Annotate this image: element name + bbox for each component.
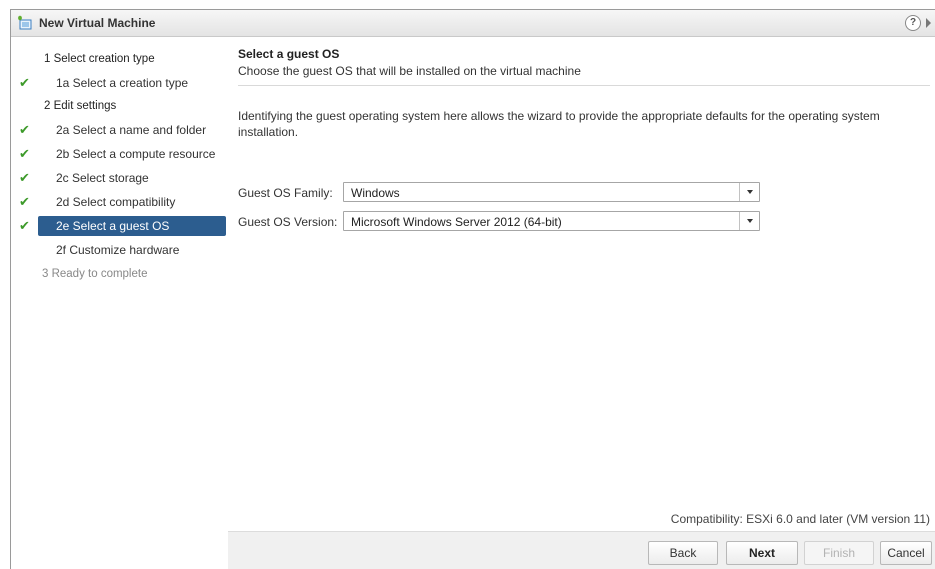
page-title: Select a guest OS xyxy=(238,47,340,61)
checkmark-icon: ✔ xyxy=(19,122,30,137)
finish-button: Finish xyxy=(804,541,874,565)
new-vm-icon xyxy=(18,15,32,30)
step-2-edit-settings[interactable]: 2 Edit settings xyxy=(11,95,228,117)
guest-os-version-select[interactable]: Microsoft Windows Server 2012 (64-bit) xyxy=(343,211,760,231)
wizard-footer: Back Next Finish Cancel xyxy=(228,531,935,569)
guest-os-version-label: Guest OS Version: xyxy=(238,215,338,229)
guest-os-family-label: Guest OS Family: xyxy=(238,186,333,200)
step-label: 2c Select storage xyxy=(56,171,149,185)
step-2c-select-storage[interactable]: ✔ 2c Select storage xyxy=(11,167,228,189)
step-label: 2d Select compatibility xyxy=(56,195,176,209)
step-label: 3 Ready to complete xyxy=(42,268,148,280)
step-2e-select-guest-os[interactable]: ✔ 2e Select a guest OS xyxy=(11,215,228,237)
step-2b-select-compute-resource[interactable]: ✔ 2b Select a compute resource xyxy=(11,143,228,165)
header-divider xyxy=(238,85,930,86)
checkmark-icon: ✔ xyxy=(19,194,30,209)
dialog-title: New Virtual Machine xyxy=(39,16,156,30)
step-label: 1 Select creation type xyxy=(44,53,155,65)
step-label: 2 Edit settings xyxy=(44,100,117,112)
cancel-button[interactable]: Cancel xyxy=(880,541,932,565)
page-subtitle: Choose the guest OS that will be install… xyxy=(238,64,581,78)
checkmark-icon: ✔ xyxy=(19,170,30,185)
help-icon[interactable]: ? xyxy=(905,15,921,31)
chevron-down-icon xyxy=(747,219,753,223)
checkmark-icon: ✔ xyxy=(19,146,30,161)
title-bar: New Virtual Machine ? xyxy=(11,10,935,37)
description-text: Identifying the guest operating system h… xyxy=(238,109,880,139)
checkmark-icon: ✔ xyxy=(19,75,30,90)
wizard-steps: 1 Select creation type ✔ 1a Select a cre… xyxy=(11,38,228,569)
back-button[interactable]: Back xyxy=(648,541,718,565)
step-3-ready-to-complete: 3 Ready to complete xyxy=(11,263,228,285)
step-1a-select-a-creation-type[interactable]: ✔ 1a Select a creation type xyxy=(11,72,228,94)
step-2d-select-compatibility[interactable]: ✔ 2d Select compatibility xyxy=(11,191,228,213)
dropdown-button[interactable] xyxy=(739,212,759,230)
guest-os-family-value: Windows xyxy=(351,186,400,200)
step-label: 2f Customize hardware xyxy=(56,243,180,257)
step-1-select-creation-type[interactable]: 1 Select creation type xyxy=(11,48,228,70)
dropdown-button[interactable] xyxy=(739,183,759,201)
wizard-content: Select a guest OS Choose the guest OS th… xyxy=(228,38,935,531)
new-vm-dialog: New Virtual Machine ? 1 Select creation … xyxy=(10,9,935,569)
compatibility-text: Compatibility: ESXi 6.0 and later (VM ve… xyxy=(670,512,930,526)
step-label: 2a Select a name and folder xyxy=(56,123,207,137)
guest-os-family-select[interactable]: Windows xyxy=(343,182,760,202)
next-button[interactable]: Next xyxy=(726,541,798,565)
step-label: 1a Select a creation type xyxy=(56,76,189,90)
chevron-down-icon xyxy=(747,190,753,194)
step-2a-select-name-folder[interactable]: ✔ 2a Select a name and folder xyxy=(11,119,228,141)
step-2f-customize-hardware[interactable]: 2f Customize hardware xyxy=(11,239,228,261)
guest-os-version-value: Microsoft Windows Server 2012 (64-bit) xyxy=(351,215,562,229)
step-label: 2e Select a guest OS xyxy=(56,219,170,233)
step-label: 2b Select a compute resource xyxy=(56,147,216,161)
checkmark-icon: ✔ xyxy=(19,218,30,233)
expand-arrow-icon[interactable] xyxy=(926,18,931,28)
